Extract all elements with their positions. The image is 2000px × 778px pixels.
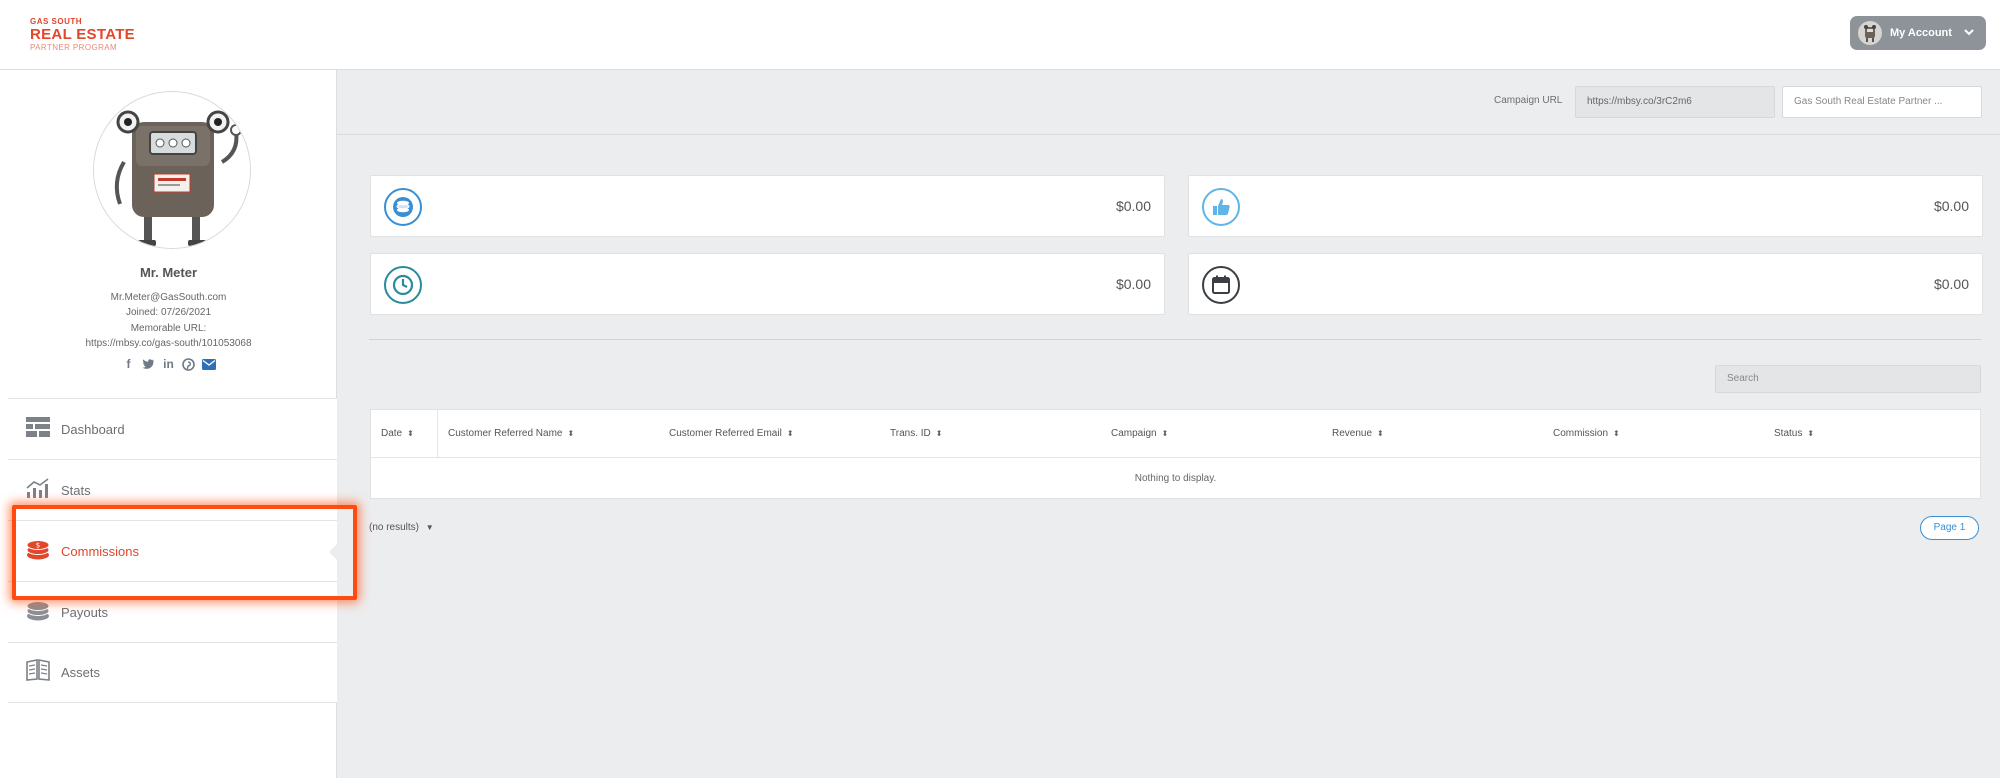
calendar-icon — [1202, 266, 1240, 304]
column-header-commission[interactable]: Commission ⬍ — [1543, 410, 1764, 458]
my-account-button[interactable]: My Account — [1850, 16, 1986, 50]
logo-line3: PARTNER PROGRAM — [30, 43, 118, 52]
sort-icon: ⬍ — [1377, 429, 1384, 438]
stat-card-commissions: $0.00 — [370, 175, 1165, 237]
main-content: Campaign URL https://mbsy.co/3rC2m6 Gas … — [337, 70, 2000, 778]
sidebar-item-dashboard[interactable]: Dashboard — [8, 398, 337, 459]
sidebar-item-label: Assets — [61, 665, 101, 680]
campaign-select[interactable]: Gas South Real Estate Partner ... — [1782, 86, 1982, 118]
results-per-page-dropdown[interactable]: (no results) ▼ — [369, 522, 434, 533]
profile-avatar — [93, 91, 251, 249]
thumbs-up-icon — [1202, 188, 1240, 226]
svg-text:$: $ — [36, 541, 40, 549]
payouts-icon — [26, 599, 50, 626]
stat-card-pending: $0.00 — [370, 253, 1165, 315]
chevron-down-icon — [1964, 27, 1974, 39]
sidebar-nav: Dashboard Stats $ Commissions Payouts As… — [8, 398, 338, 703]
sidebar-item-payouts[interactable]: Payouts — [8, 581, 337, 642]
section-divider — [369, 339, 1981, 340]
sort-icon: ⬍ — [407, 429, 414, 438]
campaign-url-label: Campaign URL — [1494, 95, 1563, 106]
sort-icon: ⬍ — [935, 429, 943, 438]
sidebar-item-label: Dashboard — [61, 421, 125, 437]
sort-icon: ⬍ — [786, 429, 794, 438]
stat-card-approved: $0.00 — [1188, 175, 1983, 237]
logo-line2: REAL ESTATE — [30, 26, 135, 43]
assets-icon — [26, 659, 50, 686]
page-button[interactable]: Page 1 — [1920, 516, 1979, 540]
sidebar-item-label: Commissions — [61, 543, 140, 559]
sort-icon: ⬍ — [567, 429, 575, 438]
profile-name: Mr. Meter — [139, 265, 198, 280]
pinterest-icon[interactable] — [182, 357, 196, 371]
profile-email: Mr.Meter@GasSouth.com — [110, 292, 227, 303]
sidebar: Mr. Meter Mr.Meter@GasSouth.com Joined: … — [0, 70, 338, 778]
column-header-revenue[interactable]: Revenue ⬍ — [1322, 410, 1543, 458]
commissions-icon: $ — [26, 538, 50, 565]
profile-joined: Joined: 07/26/2021 — [125, 307, 212, 318]
coins-icon — [384, 188, 422, 226]
commissions-table: Date ⬍ Customer Referred Name ⬍ Customer R… — [370, 409, 1981, 499]
sort-icon: ⬍ — [1613, 429, 1620, 438]
column-header-campaign[interactable]: Campaign ⬍ — [1101, 410, 1322, 458]
top-header: GAS SOUTH REAL ESTATE PARTNER PROGRAM My… — [0, 0, 2000, 70]
memorable-url-label: Memorable URL: — [130, 323, 207, 334]
logo-line1: GAS SOUTH — [30, 17, 83, 26]
table-header: Date ⬍ Customer Referred Name ⬍ Customer R… — [371, 409, 1980, 458]
sidebar-item-stats[interactable]: Stats — [8, 459, 337, 520]
sort-icon: ⬍ — [1161, 429, 1169, 438]
facebook-icon[interactable]: f — [122, 357, 136, 371]
my-account-label: My Account — [1890, 27, 1952, 39]
column-header-trans-id[interactable]: Trans. ID ⬍ — [880, 410, 1101, 458]
stat-value: $0.00 — [1115, 276, 1151, 292]
column-header-customer-name[interactable]: Customer Referred Name ⬍ — [438, 410, 659, 458]
stats-icon — [26, 477, 50, 503]
results-label: (no results) — [369, 522, 420, 533]
column-header-customer-email[interactable]: Customer Referred Email ⬍ — [659, 410, 880, 458]
stat-value: $0.00 — [1933, 198, 1969, 214]
sidebar-item-label: Stats — [61, 482, 91, 498]
sidebar-item-label: Payouts — [61, 604, 108, 620]
campaign-url-field[interactable]: https://mbsy.co/3rC2m6 — [1575, 86, 1775, 118]
email-icon[interactable] — [201, 357, 216, 371]
memorable-url[interactable]: https://mbsy.co/gas-south/101053068 — [0, 338, 337, 349]
twitter-icon[interactable] — [142, 357, 156, 371]
sort-icon: ⬍ — [1807, 429, 1815, 438]
sidebar-item-assets[interactable]: Assets — [8, 642, 337, 703]
stat-value: $0.00 — [1933, 276, 1969, 292]
column-header-status[interactable]: Status ⬍ — [1764, 410, 1964, 458]
empty-table-message: Nothing to display. — [1134, 472, 1217, 484]
gas-south-logo[interactable]: GAS SOUTH REAL ESTATE PARTNER PROGRAM — [30, 17, 135, 52]
campaign-bar: Campaign URL https://mbsy.co/3rC2m6 Gas … — [337, 70, 2000, 135]
account-avatar — [1858, 21, 1882, 45]
stat-card-scheduled: $0.00 — [1188, 253, 1983, 315]
sidebar-item-commissions[interactable]: $ Commissions — [8, 520, 338, 581]
clock-icon — [384, 266, 422, 304]
social-links: f in — [0, 357, 337, 371]
caret-down-icon: ▼ — [425, 523, 434, 532]
search-input[interactable]: Search — [1715, 365, 1981, 393]
dashboard-icon — [26, 416, 50, 442]
column-header-date[interactable]: Date ⬍ — [371, 409, 438, 458]
linkedin-icon[interactable]: in — [162, 357, 176, 371]
stat-value: $0.00 — [1115, 198, 1151, 214]
